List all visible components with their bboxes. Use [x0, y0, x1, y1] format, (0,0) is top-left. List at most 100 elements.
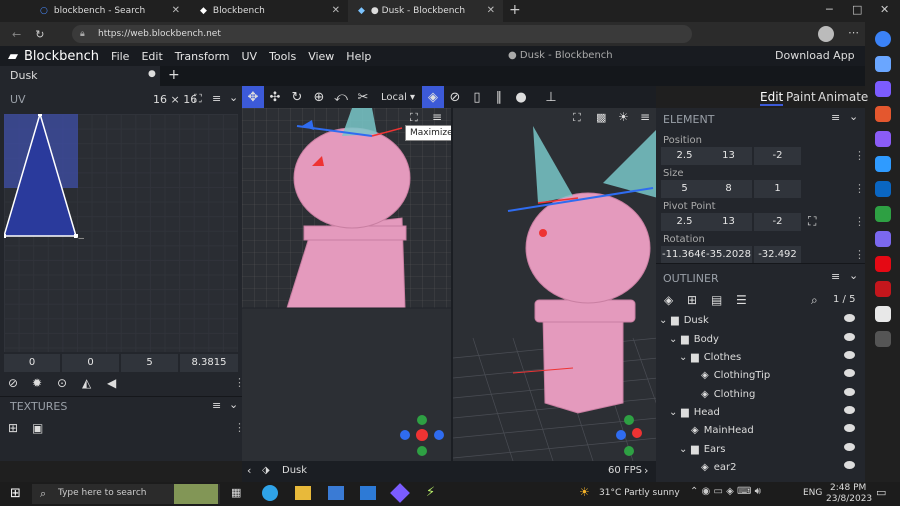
- uv-field-h[interactable]: 8.3815: [180, 354, 238, 372]
- more-icon[interactable]: ⋮: [854, 248, 865, 261]
- outliner-item-clothes[interactable]: ⌄ ▆ Clothes: [656, 348, 861, 366]
- chevron-down-icon[interactable]: ⌄: [679, 352, 689, 363]
- mode-edit[interactable]: Edit: [760, 90, 784, 106]
- more-icon[interactable]: ⋯: [848, 26, 859, 39]
- square-icon[interactable]: ▯: [466, 86, 488, 108]
- outliner-item-clothingtip[interactable]: ◈ ClothingTip: [656, 366, 861, 384]
- eye-icon[interactable]: [844, 333, 855, 341]
- app-icon[interactable]: [390, 483, 410, 503]
- menu-edit[interactable]: Edit: [141, 50, 162, 63]
- collapse-icon[interactable]: ☰: [736, 293, 747, 307]
- windows-start-icon[interactable]: ⊞: [10, 486, 21, 501]
- sun-icon[interactable]: ☀: [618, 110, 629, 124]
- maximize-icon[interactable]: ⛶: [410, 111, 418, 125]
- outlook-icon[interactable]: [874, 181, 891, 197]
- file-explorer-icon[interactable]: [295, 486, 311, 500]
- uv-field-y[interactable]: 0: [62, 354, 119, 372]
- outliner-item-clothing[interactable]: ◈ Clothing: [656, 385, 861, 403]
- rotate-tool-icon[interactable]: ↻: [286, 86, 308, 108]
- messenger-icon[interactable]: [874, 231, 891, 247]
- mode-animate[interactable]: Animate: [818, 90, 868, 104]
- taskbar-search[interactable]: ⌕ Type here to search: [32, 484, 220, 504]
- eye-icon[interactable]: [844, 406, 855, 414]
- chevron-down-icon[interactable]: ⌄: [669, 334, 679, 345]
- rotation-x[interactable]: -11.3646: [661, 246, 708, 264]
- tools-icon[interactable]: [874, 106, 891, 122]
- more-icon[interactable]: ⋮: [854, 215, 865, 228]
- resize-tool-icon[interactable]: ✣: [264, 86, 286, 108]
- menu-icon[interactable]: ≡: [831, 270, 840, 283]
- drop-icon[interactable]: [874, 206, 891, 222]
- pivot-x[interactable]: 2.5: [661, 213, 708, 231]
- more-icon[interactable]: ⋮: [854, 149, 865, 162]
- bing-icon[interactable]: [874, 31, 891, 47]
- image-icon[interactable]: ▩: [596, 111, 606, 124]
- mail-icon[interactable]: [360, 486, 376, 500]
- tab-dusk[interactable]: ◆ ● Dusk - Blockbench ✕: [348, 0, 503, 22]
- eye-icon[interactable]: [844, 388, 855, 396]
- youtube-icon[interactable]: [874, 256, 891, 272]
- close-window-icon[interactable]: ✕: [880, 3, 889, 16]
- add-icon[interactable]: [874, 331, 891, 347]
- pause-icon[interactable]: ∥: [488, 86, 510, 108]
- size-y[interactable]: 8: [705, 180, 752, 198]
- rotate-uv-icon[interactable]: ◀: [107, 376, 116, 390]
- position-z[interactable]: -2: [754, 147, 801, 165]
- menu-help[interactable]: Help: [346, 50, 371, 63]
- chevron-down-icon[interactable]: ⌄: [849, 110, 858, 123]
- eye-icon[interactable]: [844, 351, 855, 359]
- tab-search[interactable]: ○ blockbench - Search ✕: [30, 0, 188, 22]
- refresh-icon[interactable]: ↻: [35, 28, 44, 41]
- download-app-button[interactable]: Download App: [775, 49, 855, 62]
- menu-tools[interactable]: Tools: [269, 50, 296, 63]
- outliner-item-ear2[interactable]: ◈ ear2: [656, 458, 861, 476]
- gear-icon[interactable]: ✹: [32, 376, 42, 390]
- menu-icon[interactable]: ≡: [212, 399, 221, 412]
- outliner-item-dusk[interactable]: ⌄ ▆ Dusk: [656, 311, 861, 329]
- eye-icon[interactable]: [844, 369, 855, 377]
- new-project-icon[interactable]: +: [168, 67, 180, 83]
- link-icon[interactable]: ⊘: [8, 376, 18, 390]
- chevron-down-icon[interactable]: ⌄: [849, 269, 858, 282]
- pivot-z[interactable]: -2: [754, 213, 801, 231]
- outliner-item-ears[interactable]: ⌄ ▆ Ears: [656, 440, 861, 458]
- rotation-z[interactable]: -32.492: [754, 246, 801, 264]
- chevron-down-icon[interactable]: ⌄: [669, 407, 679, 418]
- menu-icon[interactable]: ≡: [432, 110, 442, 124]
- chevron-down-icon[interactable]: ⌄: [229, 398, 238, 411]
- position-y[interactable]: 13: [705, 147, 752, 165]
- eye-icon[interactable]: [844, 443, 855, 451]
- move-tool-icon[interactable]: ✥: [242, 86, 264, 108]
- uv-face-shape[interactable]: [4, 114, 84, 239]
- eye-icon[interactable]: [844, 461, 855, 469]
- tray-icons[interactable]: ⌃ ◉ ▭ ◈ ⌨ 🔊︎: [690, 486, 761, 497]
- outliner-item-mainhead[interactable]: ◈ MainHead: [656, 421, 861, 439]
- link-icon[interactable]: ⊘: [444, 86, 466, 108]
- chevron-down-icon[interactable]: ⌄: [659, 315, 669, 326]
- eye-icon[interactable]: [844, 424, 855, 432]
- fullscreen-icon[interactable]: ⛶: [194, 92, 202, 106]
- office-icon[interactable]: [874, 156, 891, 172]
- uv-canvas[interactable]: [4, 114, 238, 352]
- position-x[interactable]: 2.5: [661, 147, 708, 165]
- fullscreen-icon[interactable]: ⛶: [573, 111, 581, 125]
- close-icon[interactable]: ✕: [332, 5, 340, 16]
- more-icon[interactable]: ⋮: [854, 182, 865, 195]
- chevron-left-icon[interactable]: ‹: [247, 464, 251, 477]
- gem-icon[interactable]: ◈: [422, 86, 444, 108]
- menu-icon[interactable]: ≡: [640, 110, 650, 124]
- project-tab[interactable]: Dusk ●: [0, 66, 160, 86]
- profile-avatar[interactable]: [818, 26, 834, 42]
- vertex-snap-icon[interactable]: ⤺: [330, 86, 352, 108]
- align-icon[interactable]: ⊥: [540, 86, 562, 108]
- rotation-y[interactable]: -35.2028: [705, 246, 752, 264]
- gem-icon[interactable]: ◈: [664, 293, 673, 307]
- viewport-perspective[interactable]: ⛶ ▩ ☀ ≡: [451, 108, 658, 461]
- blockbench-taskbar-icon[interactable]: ⚡︎: [426, 485, 435, 500]
- chevron-right-icon[interactable]: ›: [644, 464, 648, 477]
- menu-icon[interactable]: ≡: [831, 111, 840, 124]
- close-icon[interactable]: ✕: [172, 5, 180, 16]
- viewport-front[interactable]: ⛶ ≡ Maximize: [242, 108, 458, 461]
- dot-icon[interactable]: ●: [510, 86, 532, 108]
- chevron-down-icon[interactable]: ⌄: [229, 91, 238, 104]
